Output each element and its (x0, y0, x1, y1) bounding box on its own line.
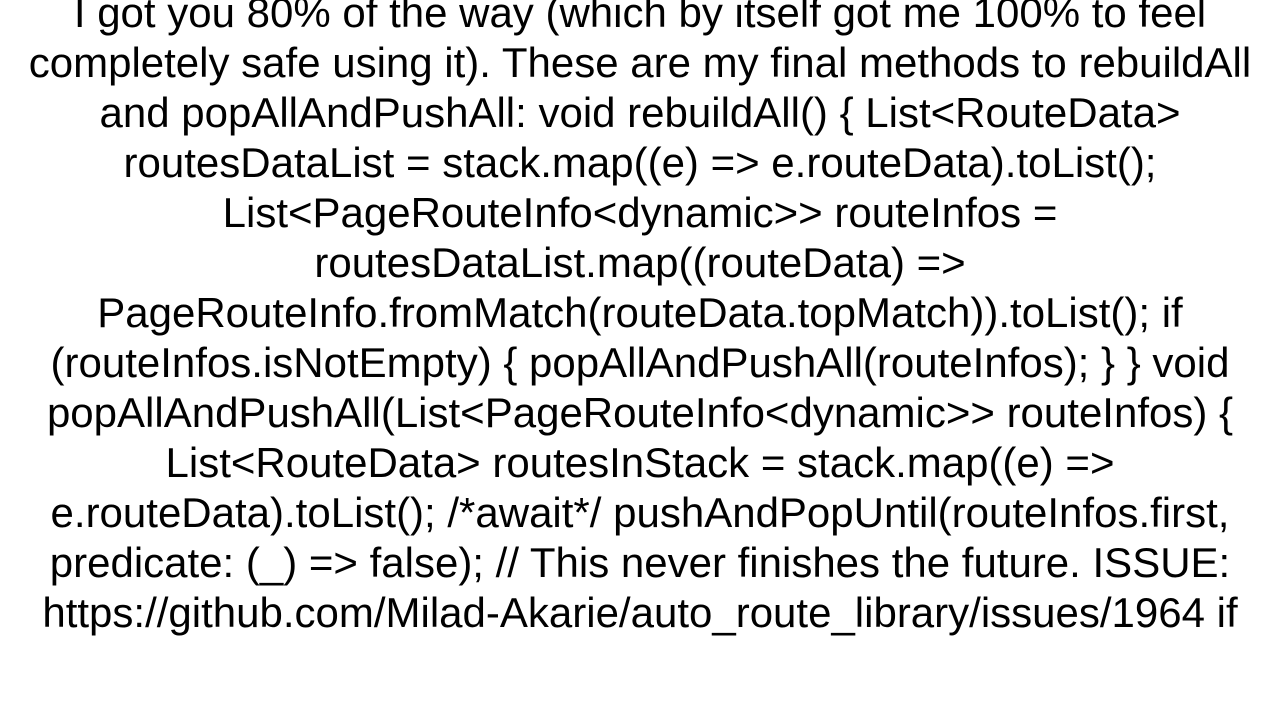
document-body-text: I got you 80% of the way (which by itsel… (10, 0, 1270, 638)
